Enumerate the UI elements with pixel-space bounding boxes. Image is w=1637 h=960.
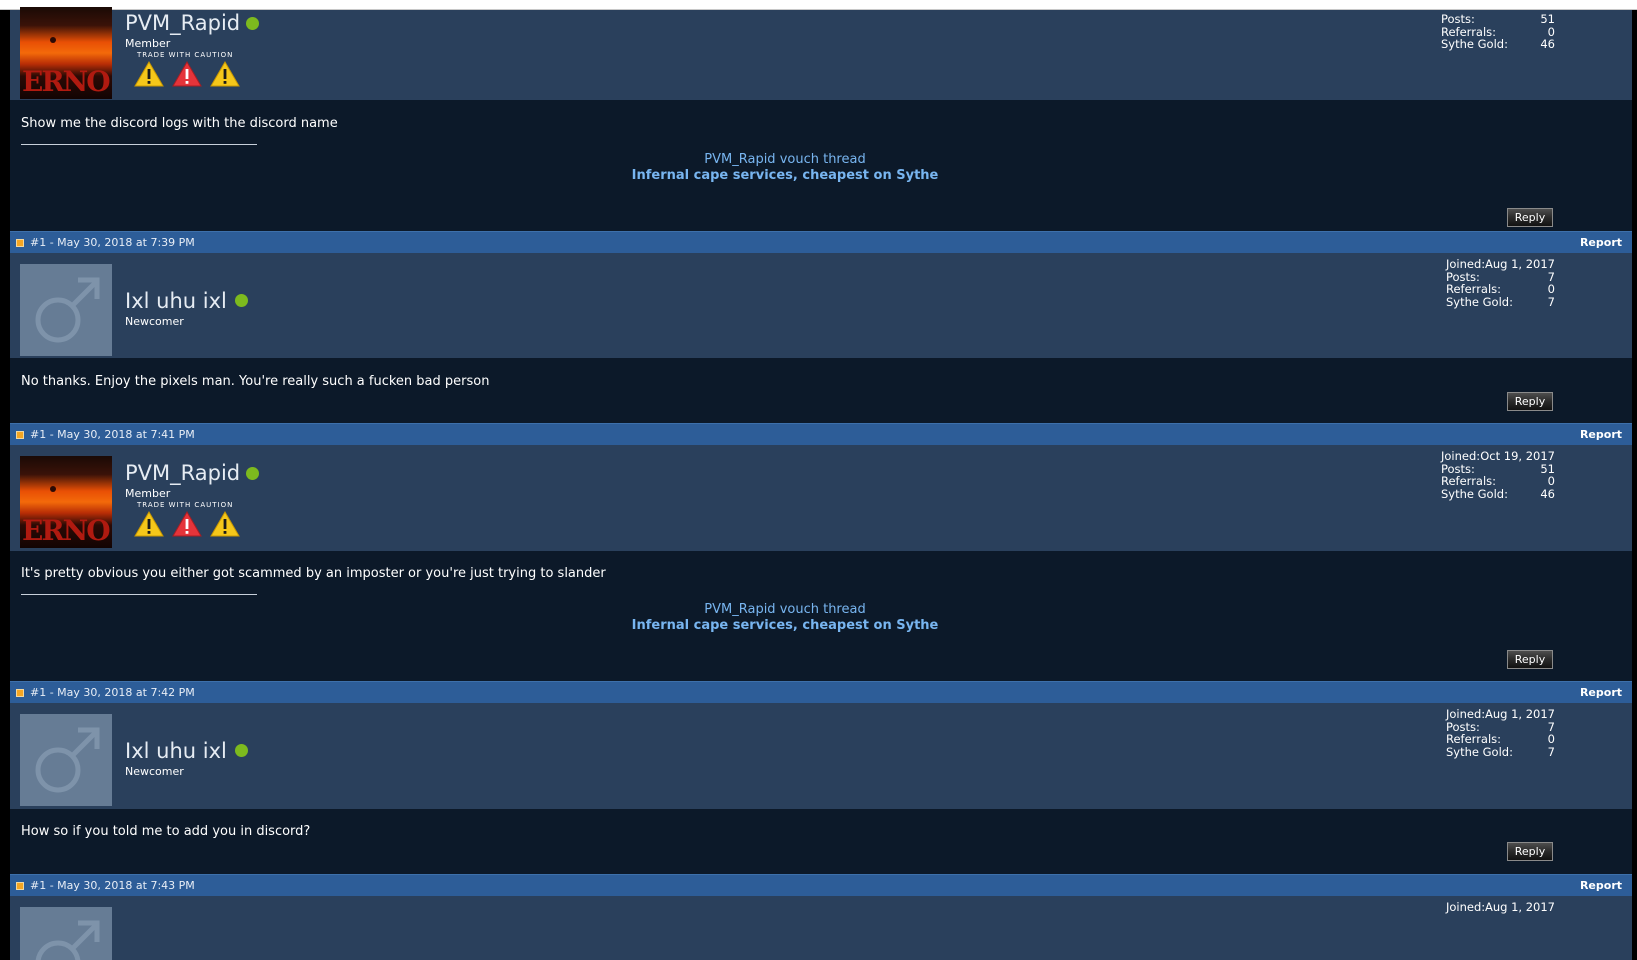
post-date[interactable]: #1 - May 30, 2018 at 7:41 PM bbox=[30, 424, 195, 446]
signature-divider bbox=[21, 144, 257, 145]
user-avatar[interactable]: ERNO bbox=[20, 7, 112, 99]
post-meta-bar: #1 - May 30, 2018 at 7:41 PM Report bbox=[10, 423, 1632, 446]
online-status-icon bbox=[235, 294, 248, 307]
reply-button[interactable]: Reply bbox=[1507, 392, 1553, 411]
avatar-detail bbox=[50, 486, 56, 492]
stat-label-joined: Joined: bbox=[1446, 257, 1486, 271]
user-stats: Posts: 51 Referrals: 0 Sythe Gold: 46 bbox=[1441, 13, 1555, 51]
user-avatar[interactable] bbox=[20, 264, 112, 356]
stat-label-gold: Sythe Gold: bbox=[1446, 294, 1513, 309]
online-status-icon bbox=[246, 467, 259, 480]
stat-value-gold: 7 bbox=[1547, 294, 1555, 309]
default-male-avatar-icon bbox=[35, 727, 100, 793]
warning-icon bbox=[134, 511, 164, 537]
report-link[interactable]: Report bbox=[1580, 232, 1622, 254]
vouch-thread-link[interactable]: PVM_Rapid vouch thread bbox=[0, 152, 1570, 167]
avatar-detail bbox=[50, 37, 56, 43]
user-avatar[interactable]: ERNO bbox=[20, 456, 112, 548]
post-meta-bar: #1 - May 30, 2018 at 7:42 PM Report bbox=[10, 681, 1632, 704]
reply-button[interactable]: Reply bbox=[1507, 650, 1553, 669]
user-stats: Joined: Aug 1, 2017 Posts: 7 Referrals: 0 S… bbox=[1446, 708, 1555, 758]
warning-icon bbox=[134, 61, 164, 87]
browser-bookmarks-strip bbox=[0, 0, 1637, 10]
post-user-header: Ixl uhu ixl Newcomer Joined: Aug 1, 2017 … bbox=[10, 703, 1632, 809]
post-icon bbox=[16, 689, 24, 697]
stat-value-posts: 51 bbox=[1540, 12, 1555, 26]
user-title: Member bbox=[125, 37, 171, 50]
signature-divider bbox=[21, 594, 257, 595]
reply-button[interactable]: Reply bbox=[1507, 208, 1553, 227]
warning-icon bbox=[172, 511, 202, 537]
post-user-header: ERNO PVM_Rapid Member Trade with caution… bbox=[10, 7, 1632, 100]
service-thread-link[interactable]: Infernal cape services, cheapest on Syth… bbox=[0, 168, 1570, 183]
reply-button[interactable]: Reply bbox=[1507, 842, 1553, 861]
avatar-art: ERNO bbox=[22, 65, 111, 98]
post-user-header: Joined: Aug 1, 2017 bbox=[10, 896, 1632, 960]
stat-value-referrals: 0 bbox=[1547, 282, 1555, 296]
stat-label-referrals: Referrals: bbox=[1446, 282, 1502, 296]
warning-icon bbox=[172, 61, 202, 87]
stat-value-gold: 7 bbox=[1547, 744, 1555, 759]
post-date[interactable]: #1 - May 30, 2018 at 7:43 PM bbox=[30, 875, 195, 897]
user-stats: Joined: Oct 19, 2017 Posts: 51 Referrals: 0… bbox=[1441, 450, 1555, 500]
trade-caution-label: Trade with caution bbox=[137, 51, 234, 59]
stat-label-joined: Joined: bbox=[1446, 900, 1486, 914]
user-title: Newcomer bbox=[125, 315, 184, 328]
post-message: Show me the discord logs with the discor… bbox=[21, 116, 338, 131]
stat-label-referrals: Referrals: bbox=[1441, 474, 1497, 488]
stat-label-gold: Sythe Gold: bbox=[1441, 37, 1508, 51]
stat-value-joined: Aug 1, 2017 bbox=[1484, 900, 1555, 914]
page-right-gutter bbox=[1632, 10, 1637, 960]
vouch-thread-link[interactable]: PVM_Rapid vouch thread bbox=[0, 602, 1570, 617]
warning-icon bbox=[210, 511, 240, 537]
post-date[interactable]: #1 - May 30, 2018 at 7:39 PM bbox=[30, 232, 195, 254]
post-user-header: ERNO PVM_Rapid Member Trade with caution… bbox=[10, 445, 1632, 551]
stat-value-referrals: 0 bbox=[1547, 732, 1555, 746]
report-link[interactable]: Report bbox=[1580, 424, 1622, 446]
post-icon bbox=[16, 431, 24, 439]
username-link[interactable]: PVM_Rapid bbox=[125, 11, 240, 35]
stat-label-joined: Joined: bbox=[1446, 707, 1486, 721]
post-message: How so if you told me to add you in disc… bbox=[21, 824, 311, 839]
post-date[interactable]: #1 - May 30, 2018 at 7:42 PM bbox=[30, 682, 195, 704]
user-title: Member bbox=[125, 487, 171, 500]
report-link[interactable]: Report bbox=[1580, 682, 1622, 704]
default-male-avatar-icon bbox=[35, 920, 100, 960]
service-thread-link[interactable]: Infernal cape services, cheapest on Syth… bbox=[0, 618, 1570, 633]
user-stats: Joined: Aug 1, 2017 Posts: 7 Referrals: 0 S… bbox=[1446, 258, 1555, 308]
post-icon bbox=[16, 882, 24, 890]
stat-value-joined: Oct 19, 2017 bbox=[1480, 449, 1555, 463]
trade-caution-label: Trade with caution bbox=[137, 501, 234, 509]
stat-label-referrals: Referrals: bbox=[1446, 732, 1502, 746]
stat-label-posts: Posts: bbox=[1441, 12, 1475, 26]
online-status-icon bbox=[246, 17, 259, 30]
post-user-header: Ixl uhu ixl Newcomer Joined: Aug 1, 2017 … bbox=[10, 253, 1632, 358]
stat-value-gold: 46 bbox=[1540, 486, 1555, 501]
stat-value-joined: Aug 1, 2017 bbox=[1484, 707, 1555, 721]
user-title: Newcomer bbox=[125, 765, 184, 778]
stat-value-referrals: 0 bbox=[1547, 474, 1555, 488]
online-status-icon bbox=[235, 744, 248, 757]
stat-label-joined: Joined: bbox=[1441, 449, 1481, 463]
username-link[interactable]: Ixl uhu ixl bbox=[125, 739, 227, 763]
stat-value-gold: 46 bbox=[1540, 37, 1555, 51]
stat-label-gold: Sythe Gold: bbox=[1446, 744, 1513, 759]
user-avatar[interactable] bbox=[20, 907, 112, 960]
default-male-avatar-icon bbox=[35, 277, 100, 343]
user-stats: Joined: Aug 1, 2017 bbox=[1446, 901, 1555, 914]
avatar-art: ERNO bbox=[22, 514, 111, 547]
post-message: No thanks. Enjoy the pixels man. You're … bbox=[21, 374, 490, 389]
report-link[interactable]: Report bbox=[1580, 875, 1622, 897]
stat-value-joined: Aug 1, 2017 bbox=[1484, 257, 1555, 271]
post-meta-bar: #1 - May 30, 2018 at 7:43 PM Report bbox=[10, 874, 1632, 897]
username-link[interactable]: PVM_Rapid bbox=[125, 461, 240, 485]
stat-label-gold: Sythe Gold: bbox=[1441, 486, 1508, 501]
post-meta-bar: #1 - May 30, 2018 at 7:39 PM Report bbox=[10, 231, 1632, 254]
post-icon bbox=[16, 239, 24, 247]
post-message: It's pretty obvious you either got scamm… bbox=[21, 566, 606, 581]
user-avatar[interactable] bbox=[20, 714, 112, 806]
warning-icon bbox=[210, 61, 240, 87]
username-link[interactable]: Ixl uhu ixl bbox=[125, 289, 227, 313]
